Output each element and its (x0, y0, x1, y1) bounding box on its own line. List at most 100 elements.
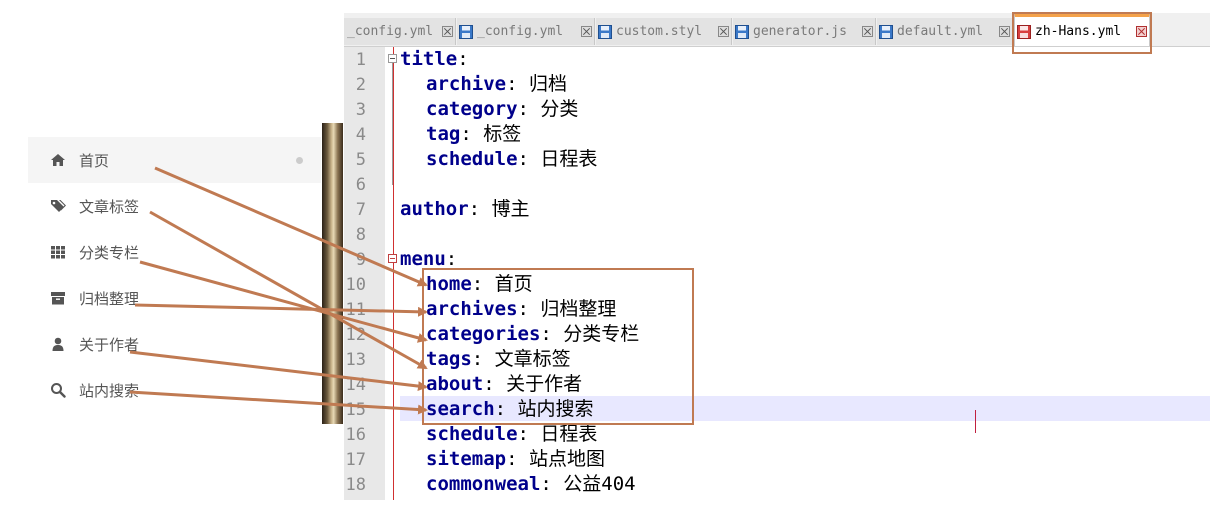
fold-range-line (392, 63, 393, 185)
code-line[interactable]: title: (400, 47, 480, 72)
close-icon[interactable] (862, 26, 873, 37)
line-number: 1 (355, 50, 366, 70)
tab-config-yml[interactable]: _config.yml (344, 18, 456, 45)
fold-toggle-title[interactable] (388, 54, 397, 63)
line-number: 8 (355, 225, 366, 245)
yaml-value: 文章标签 (494, 348, 571, 370)
close-icon[interactable] (1136, 26, 1147, 37)
menu-item-about[interactable]: 关于作者 (28, 321, 321, 367)
tab-custom-styl[interactable]: custom.styl (596, 18, 732, 45)
menu-item-label: 文章标签 (79, 198, 140, 216)
code-line[interactable]: schedule: 日程表 (426, 422, 597, 447)
archive-icon (51, 292, 65, 305)
yaml-key: tag (426, 123, 461, 145)
unsaved-disk-icon (1017, 24, 1031, 39)
close-icon[interactable] (999, 26, 1010, 37)
code-line[interactable]: tags: 文章标签 (426, 347, 571, 372)
code-line[interactable]: search: 站内搜索 (426, 397, 594, 422)
save-disk-icon (735, 24, 749, 39)
yaml-key: schedule (426, 423, 518, 445)
line-number: 5 (355, 150, 366, 170)
yaml-value: 归档 (528, 73, 567, 95)
yaml-value: 分类 (540, 98, 579, 120)
yaml-key: schedule (426, 148, 518, 170)
tab-generator-js[interactable]: generator.js (733, 18, 876, 45)
save-disk-icon (598, 24, 612, 39)
menu-item-categories[interactable]: 分类专栏 (28, 229, 321, 275)
close-icon[interactable] (581, 26, 592, 37)
background-image-strip (322, 123, 343, 424)
th-icon (51, 246, 65, 259)
yaml-key: category (426, 98, 518, 120)
yaml-key: archive (426, 73, 507, 95)
tab-config-yml-2[interactable]: _config.yml (457, 18, 595, 45)
line-number: 4 (355, 125, 366, 145)
code-line[interactable]: about: 关于作者 (426, 372, 582, 397)
yaml-value: 标签 (483, 123, 522, 145)
menu-item-search[interactable]: 站内搜索 (28, 367, 321, 413)
menu-item-home[interactable]: 首页 (28, 137, 321, 183)
code-line[interactable]: category: 分类 (426, 97, 578, 122)
yaml-value: 归档整理 (540, 298, 617, 320)
tab-label: _config.yml (347, 24, 434, 39)
home-icon (51, 154, 65, 166)
yaml-key: tags (426, 348, 472, 370)
menu-item-label: 归档整理 (79, 290, 140, 308)
line-number: 11 (345, 300, 366, 320)
edge-margin-line (393, 47, 394, 500)
yaml-key: sitemap (426, 448, 507, 470)
code-line[interactable]: archives: 归档整理 (426, 297, 616, 322)
line-number: 15 (345, 400, 366, 420)
yaml-value: 关于作者 (506, 373, 583, 395)
line-number: 14 (345, 375, 366, 395)
line-number: 16 (345, 425, 366, 445)
search-icon (51, 383, 66, 398)
menu-item-archives[interactable]: 归档整理 (28, 275, 321, 321)
yaml-key: author (400, 198, 469, 220)
tab-bar: _config.yml _config.yml custom.styl gene… (344, 13, 1210, 47)
fold-toggle-menu[interactable] (388, 254, 397, 263)
close-icon[interactable] (718, 26, 729, 37)
code-line[interactable]: tag: 标签 (426, 122, 521, 147)
text-caret (975, 410, 976, 433)
line-number: 6 (355, 175, 366, 195)
user-icon (52, 337, 64, 351)
yaml-key: home (426, 273, 472, 295)
menu-item-tags[interactable]: 文章标签 (28, 183, 321, 229)
code-line[interactable]: categories: 分类专栏 (426, 322, 639, 347)
tab-label: default.yml (897, 24, 984, 39)
yaml-value: 公益404 (563, 473, 636, 495)
code-line[interactable]: sitemap: 站点地图 (426, 447, 605, 472)
active-indicator (296, 157, 303, 164)
close-icon[interactable] (442, 26, 453, 37)
yaml-value: 分类专栏 (563, 323, 640, 345)
line-number: 18 (345, 475, 366, 495)
menu-item-label: 分类专栏 (79, 244, 140, 262)
code-line[interactable]: menu: (400, 247, 469, 272)
menu-item-label: 站内搜索 (79, 382, 140, 400)
line-number: 7 (355, 200, 366, 220)
tab-label: zh-Hans.yml (1035, 24, 1122, 39)
yaml-value: 博主 (491, 198, 530, 220)
tags-icon (51, 200, 66, 212)
yaml-key: search (426, 398, 495, 420)
yaml-key: title (400, 48, 458, 70)
code-line[interactable]: archive: 归档 (426, 72, 567, 97)
tab-default-yml[interactable]: default.yml (877, 18, 1013, 45)
code-line[interactable]: schedule: 日程表 (426, 147, 597, 172)
line-number: 3 (355, 100, 366, 120)
code-line[interactable]: author: 博主 (400, 197, 530, 222)
yaml-value: 站点地图 (528, 448, 605, 470)
code-line[interactable]: commonweal: 公益404 (426, 472, 636, 497)
yaml-value: 日程表 (540, 423, 598, 445)
blog-menu: 首页 文章标签 分类专栏 归档整理 关于作者 站内搜索 (28, 137, 321, 413)
code-line[interactable]: home: 首页 (426, 272, 533, 297)
yaml-key: about (426, 373, 484, 395)
tab-zh-hans-yml[interactable]: zh-Hans.yml (1014, 13, 1150, 46)
line-number: 9 (355, 250, 366, 270)
yaml-key: archives (426, 298, 518, 320)
yaml-value: 站内搜索 (517, 398, 594, 420)
code-editor: _config.yml _config.yml custom.styl gene… (344, 13, 1210, 500)
menu-item-label: 首页 (79, 152, 110, 170)
tab-label: generator.js (753, 24, 847, 39)
